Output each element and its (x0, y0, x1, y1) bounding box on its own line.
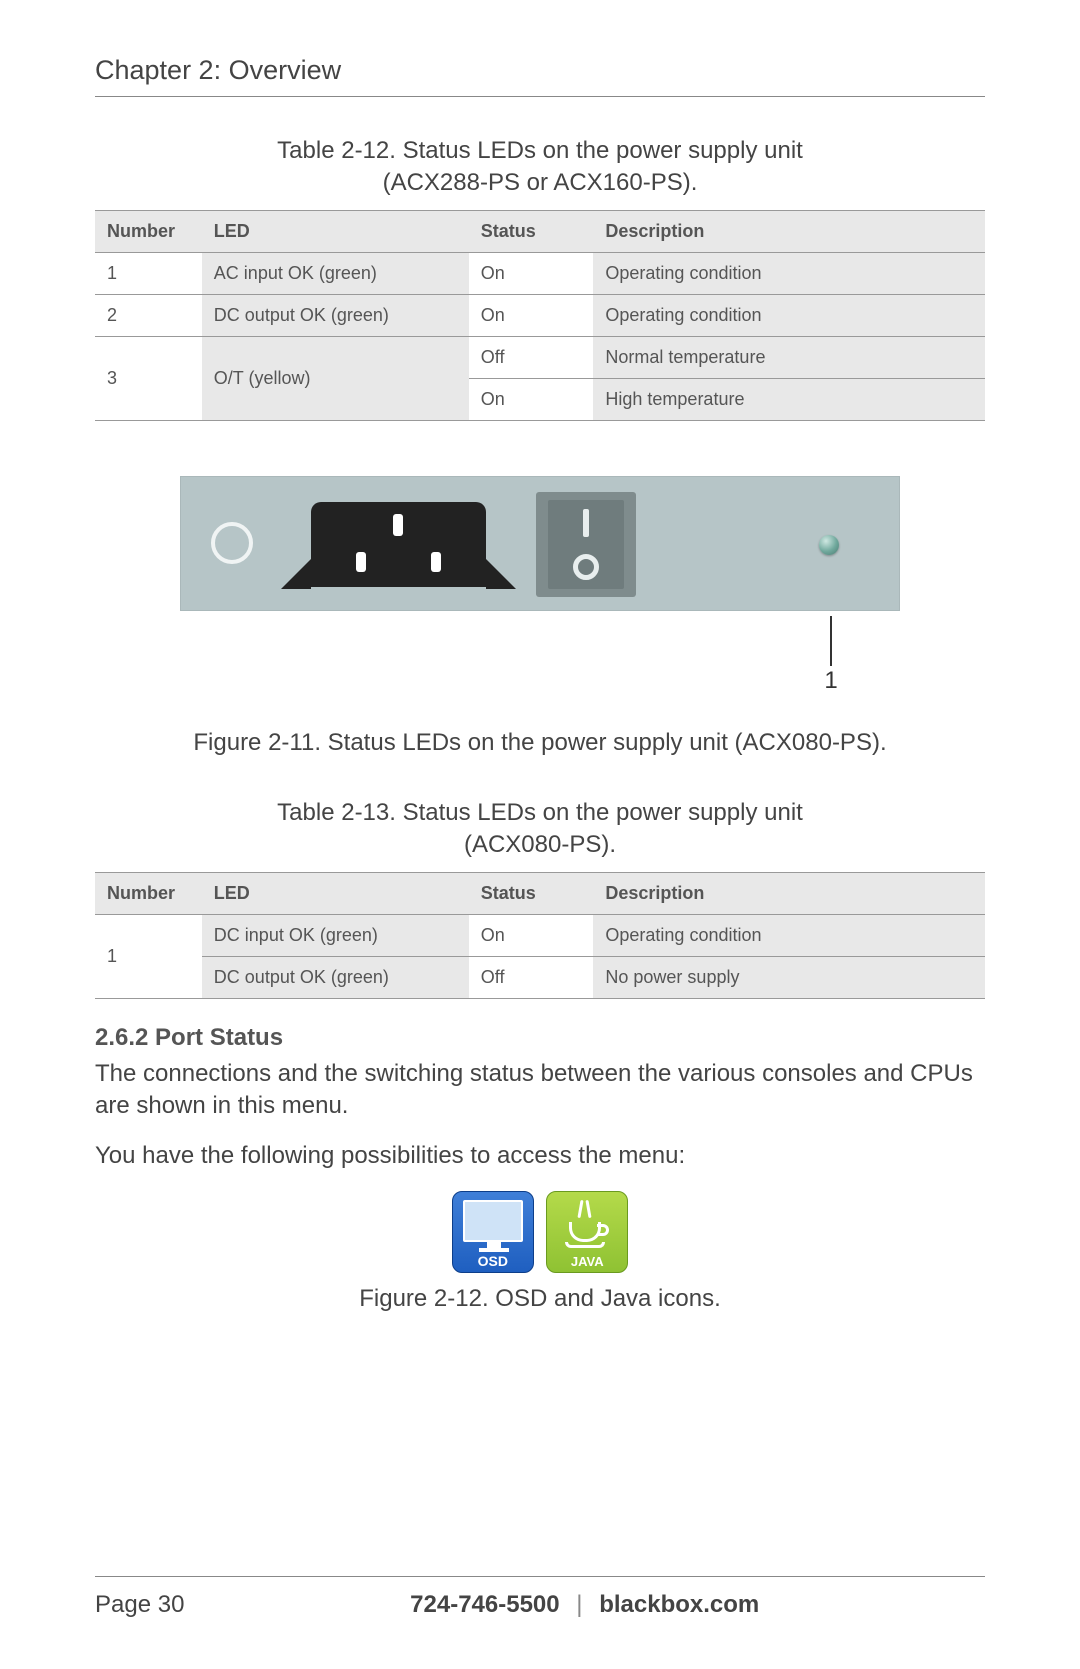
osd-icon-label: OSD (453, 1253, 533, 1269)
cell-number: 1 (95, 252, 202, 294)
cell-led: AC input OK (green) (202, 252, 469, 294)
footer-phone: 724-746-5500 (410, 1591, 559, 1618)
th-status: Status (469, 872, 594, 914)
footer-separator-icon: | (576, 1591, 582, 1618)
body-paragraph: You have the following possibilities to … (95, 1140, 985, 1172)
cell-status: On (469, 294, 594, 336)
page-footer: Page 30 724-746-5500 | blackbox.com (95, 1576, 985, 1619)
cell-description: Operating condition (593, 294, 985, 336)
th-led: LED (202, 210, 469, 252)
cell-number: 3 (95, 336, 202, 420)
chapter-title: Chapter 2: Overview (95, 55, 985, 97)
table-row: DC output OK (green) Off No power supply (95, 956, 985, 998)
table-row: 2 DC output OK (green) On Operating cond… (95, 294, 985, 336)
cell-led: DC output OK (green) (202, 294, 469, 336)
cell-status: Off (469, 956, 594, 998)
callout-line-icon (830, 616, 832, 666)
callout-wrapper: 1 (95, 619, 985, 709)
cell-description: High temperature (593, 378, 985, 420)
th-number: Number (95, 210, 202, 252)
table-2-13: Number LED Status Description 1 DC input… (95, 872, 985, 999)
cell-status: On (469, 914, 594, 956)
figure-2-12-caption: Figure 2-12. OSD and Java icons. (95, 1285, 985, 1313)
th-status: Status (469, 210, 594, 252)
cell-number: 1 (95, 914, 202, 998)
table-2-12: Number LED Status Description 1 AC input… (95, 210, 985, 421)
cell-description: Normal temperature (593, 336, 985, 378)
callout-number: 1 (816, 667, 846, 695)
cell-led: DC output OK (green) (202, 956, 469, 998)
cell-led: DC input OK (green) (202, 914, 469, 956)
power-inlet-icon (311, 502, 486, 587)
footer-site: blackbox.com (599, 1591, 759, 1618)
java-icon: JAVA (546, 1191, 628, 1273)
figure-2-11-caption: Figure 2-11. Status LEDs on the power su… (95, 729, 985, 757)
table-header-row: Number LED Status Description (95, 210, 985, 252)
th-description: Description (593, 210, 985, 252)
psu-diagram (180, 476, 900, 611)
cell-status: On (469, 378, 594, 420)
cell-status: Off (469, 336, 594, 378)
cell-description: No power supply (593, 956, 985, 998)
table-row: 3 O/T (yellow) Off Normal temperature (95, 336, 985, 378)
cell-number: 2 (95, 294, 202, 336)
outline-circle-icon (211, 522, 253, 564)
status-led-icon (819, 535, 839, 555)
section-2-6-2-heading: 2.6.2 Port Status (95, 1024, 985, 1052)
th-description: Description (593, 872, 985, 914)
cell-led: O/T (yellow) (202, 336, 469, 420)
cell-description: Operating condition (593, 914, 985, 956)
cell-description: Operating condition (593, 252, 985, 294)
osd-icon: OSD (452, 1191, 534, 1273)
table-row: 1 AC input OK (green) On Operating condi… (95, 252, 985, 294)
table-2-12-caption: Table 2-12. Status LEDs on the power sup… (95, 135, 985, 200)
java-icon-label: JAVA (547, 1254, 627, 1269)
cell-status: On (469, 252, 594, 294)
table-row: 1 DC input OK (green) On Operating condi… (95, 914, 985, 956)
caption-line: (ACX080-PS). (464, 831, 616, 858)
body-paragraph: The connections and the switching status… (95, 1058, 985, 1123)
icon-row: OSD JAVA (95, 1191, 985, 1273)
power-switch-icon (536, 492, 636, 597)
page-number: Page 30 (95, 1591, 184, 1619)
th-led: LED (202, 872, 469, 914)
caption-line: Table 2-13. Status LEDs on the power sup… (277, 799, 803, 826)
table-2-13-caption: Table 2-13. Status LEDs on the power sup… (95, 797, 985, 862)
caption-line: (ACX288-PS or ACX160-PS). (383, 169, 698, 196)
th-number: Number (95, 872, 202, 914)
caption-line: Table 2-12. Status LEDs on the power sup… (277, 137, 803, 164)
table-header-row: Number LED Status Description (95, 872, 985, 914)
